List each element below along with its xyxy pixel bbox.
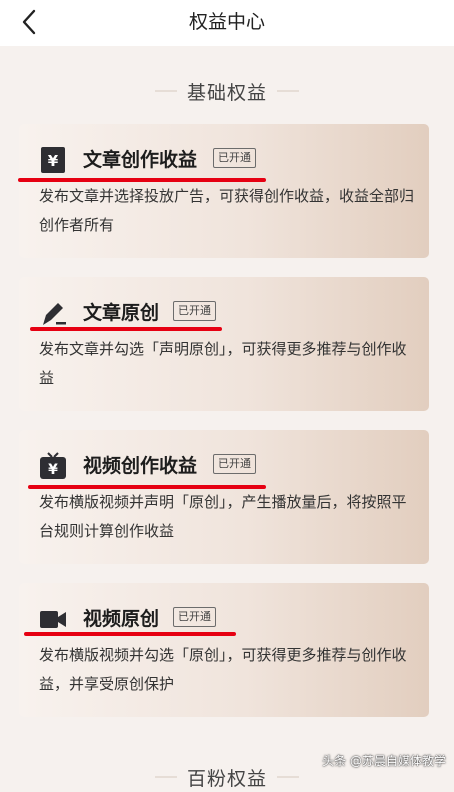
svg-text:¥: ¥ — [48, 462, 58, 478]
red-underline-annotation — [24, 632, 236, 636]
divider — [277, 776, 299, 778]
divider — [154, 90, 177, 92]
tv-yen-icon: ¥ — [40, 452, 66, 479]
top-bar: 权益中心 — [0, 0, 454, 46]
status-badge: 已开通 — [213, 148, 256, 168]
divider — [154, 776, 177, 778]
watermark: 头条 @苏晨自媒体教学 — [322, 752, 446, 769]
page-title: 权益中心 — [188, 11, 265, 33]
card-description: 发布横版视频并勾选「原创」，可获得更多推荐与创作收益，并享受原创保护 — [39, 646, 407, 693]
status-badge: 已开通 — [213, 454, 256, 474]
status-badge: 已开通 — [173, 301, 216, 321]
section-title: 百粉权益 — [186, 767, 267, 790]
video-camera-icon — [40, 611, 66, 628]
pen-icon — [43, 303, 66, 325]
card-description: 发布文章并勾选「声明原创」，可获得更多推荐与创作收益 — [39, 340, 407, 387]
divider — [277, 90, 299, 92]
red-underline-annotation — [18, 178, 266, 182]
card-title: 文章原创 — [83, 302, 160, 324]
card-title: 视频原创 — [83, 608, 160, 630]
card-title: 文章创作收益 — [83, 149, 198, 171]
section-title: 基础权益 — [186, 81, 267, 104]
svg-text:¥: ¥ — [48, 152, 59, 170]
yen-note-icon: ¥ — [41, 147, 65, 173]
card-description: 发布横版视频并声明「原创」，产生播放量后，将按照平台规则计算创作收益 — [39, 493, 407, 540]
red-underline-annotation — [28, 485, 266, 489]
red-underline-annotation — [30, 327, 222, 331]
watermark-text: 头条 @苏晨自媒体教学 — [322, 754, 446, 768]
section-header-basic: 基础权益 — [0, 76, 454, 106]
status-badge: 已开通 — [173, 607, 216, 627]
card-description: 发布文章并选择投放广告，可获得创作收益，收益全部归创作者所有 — [39, 187, 415, 234]
benefit-card-video-original[interactable]: 视频原创 已开通 发布横版视频并勾选「原创」，可获得更多推荐与创作收益，并享受原… — [19, 583, 429, 717]
benefit-card-article-original[interactable]: 文章原创 已开通 发布文章并勾选「声明原创」，可获得更多推荐与创作收益 — [19, 277, 429, 411]
card-title: 视频创作收益 — [83, 455, 198, 477]
benefit-card-article-income[interactable]: ¥ 文章创作收益 已开通 发布文章并选择投放广告，可获得创作收益，收益全部归创作… — [19, 124, 429, 258]
benefit-card-video-income[interactable]: ¥ 视频创作收益 已开通 发布横版视频并声明「原创」，产生播放量后，将按照平台规… — [19, 430, 429, 564]
